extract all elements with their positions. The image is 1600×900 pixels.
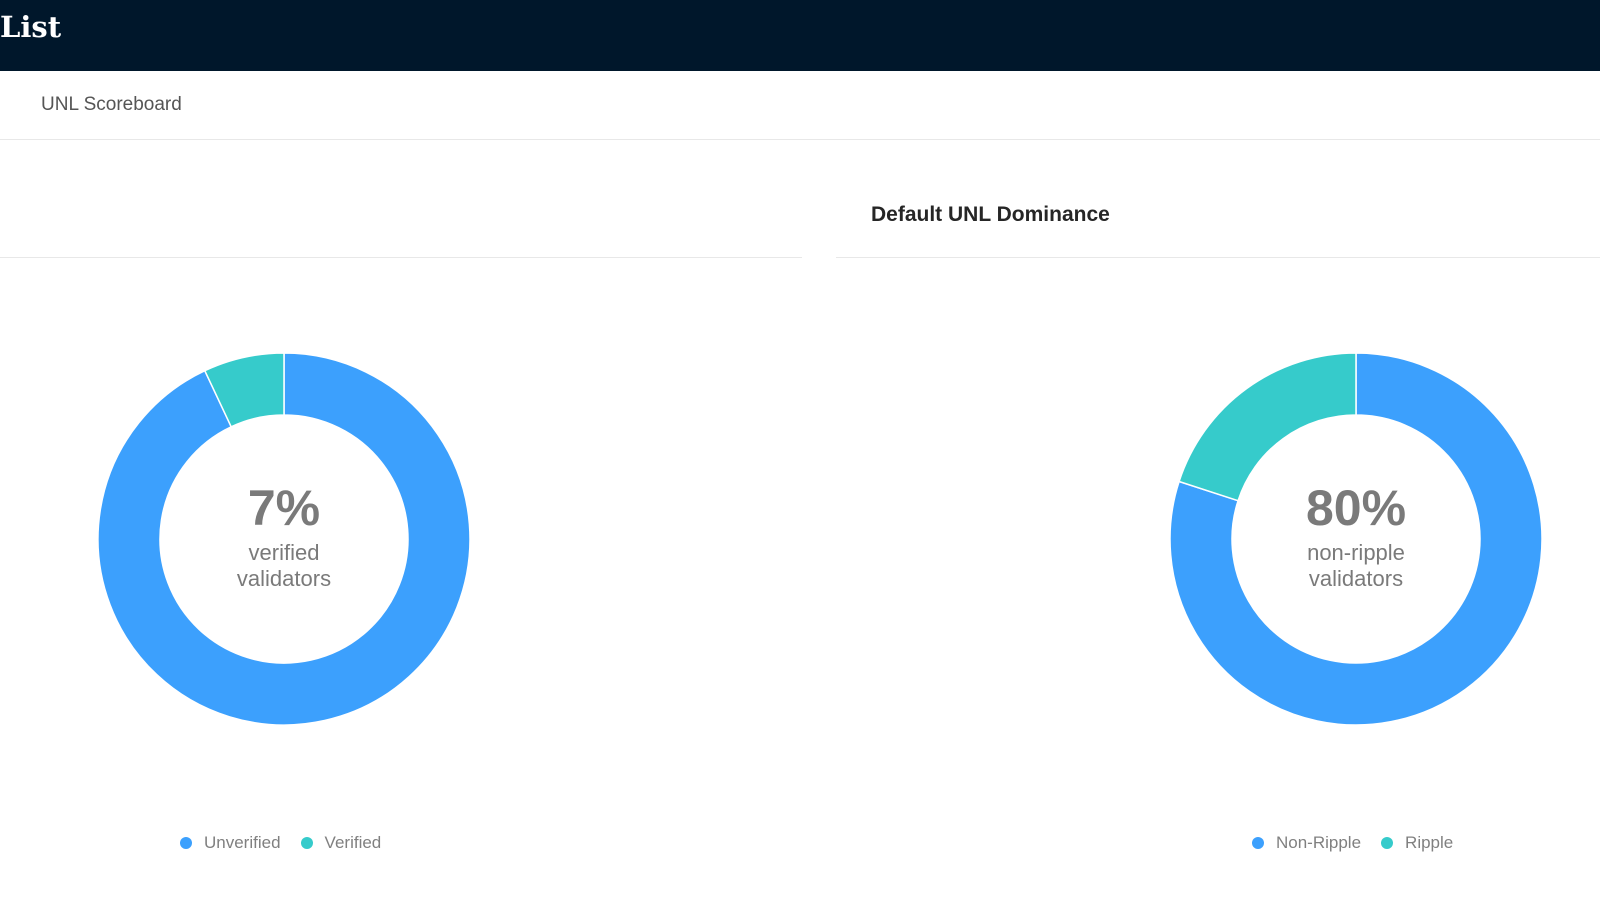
top-navigation-bar: List bbox=[0, 0, 1600, 71]
donut-center-label: 80% non-ripple validators bbox=[1206, 480, 1506, 592]
legend-label: Unverified bbox=[204, 833, 281, 852]
sub-navigation: UNL Scoreboard bbox=[0, 71, 1600, 140]
center-percentage: 80% bbox=[1305, 480, 1407, 536]
legend-marker bbox=[300, 837, 313, 849]
chart-card-dominance: Default UNL Dominance 80% non-ripple val… bbox=[836, 140, 1600, 900]
legend-item-ripple[interactable]: Ripple bbox=[1381, 833, 1453, 853]
legend-label: Non-Ripple bbox=[1276, 833, 1362, 852]
donut-center-label: 7% verified validators bbox=[134, 480, 434, 592]
legend-marker bbox=[1381, 837, 1394, 849]
card-header: Default UNL Dominance bbox=[836, 140, 1600, 258]
legend-marker bbox=[1252, 837, 1264, 849]
card-header bbox=[0, 140, 802, 258]
legend-marker bbox=[180, 837, 192, 849]
legend-item-verified[interactable]: Verified bbox=[300, 833, 382, 853]
chart-card-verified: 7% verified validators Unverified Verifie… bbox=[0, 140, 802, 900]
card-title: Default UNL Dominance bbox=[871, 203, 1110, 226]
nav-item-unl-scoreboard[interactable]: UNL Scoreboard bbox=[41, 93, 182, 117]
legend-label: Verified bbox=[324, 833, 382, 852]
chart-legend: Non-Ripple Ripple bbox=[1252, 831, 1473, 855]
center-percentage: 7% bbox=[247, 480, 321, 536]
donut-slice-ripple[interactable] bbox=[1178, 352, 1357, 502]
legend-item-non-ripple[interactable]: Non-Ripple bbox=[1252, 833, 1361, 853]
legend-label: Ripple bbox=[1405, 833, 1454, 852]
center-caption: non-ripple validators bbox=[1307, 540, 1405, 591]
legend-item-unverified[interactable]: Unverified bbox=[180, 833, 281, 853]
app-title: List bbox=[0, 10, 62, 44]
chart-legend: Unverified Verified bbox=[180, 831, 401, 855]
center-caption: verified validators bbox=[236, 540, 332, 591]
